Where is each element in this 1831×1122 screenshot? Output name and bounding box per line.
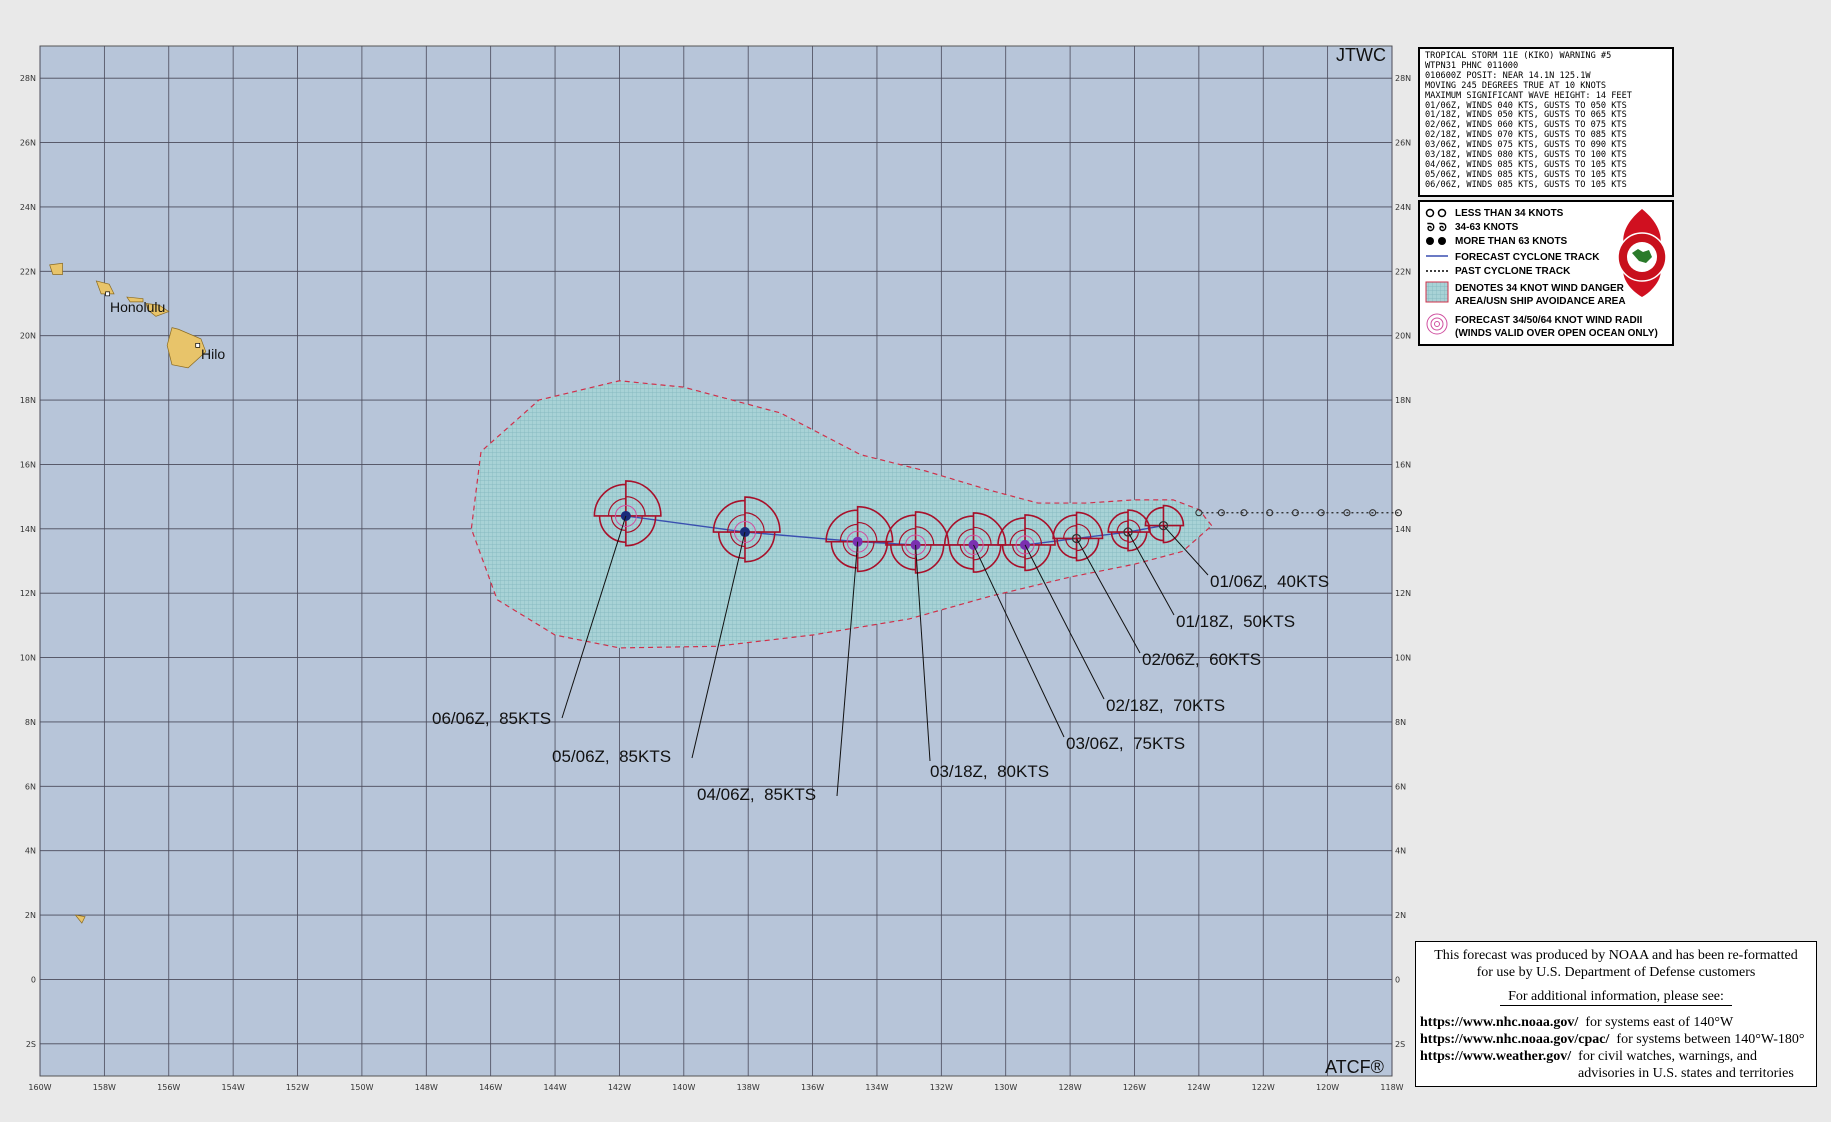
hilo-marker [195,342,201,348]
lat-label: 2N [25,911,36,920]
lon-label: 138W [737,1083,760,1092]
weather-gov-link-desc: for civil watches, warnings, and [1578,1049,1757,1064]
legend-less-34: LESS THAN 34 KNOTS [1455,208,1564,219]
cpac-link-desc: for systems between 140°W-180° [1616,1032,1805,1047]
lat-label-right: 2N [1395,911,1406,920]
lat-label-right: 2S [1395,1040,1405,1049]
lat-label: 26N [20,139,36,148]
lon-label: 126W [1123,1083,1146,1092]
place-honolulu: Honolulu [110,299,165,315]
lon-label: 120W [1316,1083,1339,1092]
agency-mark: JTWC [1336,45,1386,65]
lon-label: 124W [1187,1083,1210,1092]
lat-label: 4N [25,847,36,856]
lat-label: 24N [20,203,36,212]
lon-label: 144W [543,1083,566,1092]
svg-text:ᘐ: ᘐ [1427,222,1435,234]
legend-radii-1: FORECAST 34/50/64 KNOT WIND RADII [1455,315,1643,326]
atcf-mark: ATCF® [1325,1057,1384,1077]
cpac-link[interactable]: https://www.nhc.noaa.gov/cpac/ [1420,1032,1609,1047]
forecast-label: 03/06Z, 75KTS [1066,734,1185,753]
legend-icons: ᘐ ᘐ [1425,208,1449,335]
legend-box: ᘐ ᘐ LESS THAN 34 KNOTS 34-63 KNOTS MORE … [1418,200,1674,346]
noaa-line3: For additional information, please see: [1508,989,1724,1004]
lat-label-right: 22N [1395,267,1411,276]
lat-label: 2S [26,1040,36,1049]
lon-label: 150W [350,1083,373,1092]
forecast-label: 05/06Z, 85KTS [552,747,671,766]
lon-label: 152W [286,1083,309,1092]
forecast-label: 01/18Z, 50KTS [1176,612,1295,631]
warning-line: 06/06Z, WINDS 085 KTS, GUSTS TO 105 KTS [1425,179,1627,190]
lon-label: 130W [994,1083,1017,1092]
forecast-label: 04/06Z, 85KTS [697,785,816,804]
noaa-info-box: This forecast was produced by NOAA and h… [1415,941,1817,1087]
lon-label: 142W [608,1083,631,1092]
lat-label: 0 [31,975,36,984]
lat-label: 6N [25,782,36,791]
lat-label: 18N [20,396,36,405]
lat-label: 28N [20,74,36,83]
lat-label-right: 14N [1395,525,1411,534]
lon-label: 156W [157,1083,180,1092]
lat-label-right: 16N [1395,460,1411,469]
lon-label: 160W [28,1083,51,1092]
forecast-label: 02/18Z, 70KTS [1106,696,1225,715]
legend-radii-2: (WINDS VALID OVER OPEN OCEAN ONLY) [1455,328,1658,339]
weather-gov-link[interactable]: https://www.weather.gov/ [1420,1049,1571,1064]
lat-label: 12N [20,589,36,598]
noaa-line2: for use by U.S. Department of Defense cu… [1476,965,1756,980]
lon-label: 118W [1380,1083,1403,1092]
lon-label: 146W [479,1083,502,1092]
lat-label: 20N [20,332,36,341]
lon-label: 148W [415,1083,438,1092]
lon-label: 134W [865,1083,888,1092]
noaa-line1: This forecast was produced by NOAA and h… [1434,948,1798,963]
lat-label-right: 0 [1395,975,1400,984]
place-hilo: Hilo [201,346,225,362]
forecast-label: 01/06Z, 40KTS [1210,572,1329,591]
lat-label-right: 12N [1395,589,1411,598]
legend-danger-2: AREA/USN SHIP AVOIDANCE AREA [1455,296,1626,307]
noaa-divider [1500,1005,1732,1006]
lon-label: 128W [1059,1083,1082,1092]
lat-label-right: 28N [1395,74,1411,83]
lat-label: 22N [20,267,36,276]
lon-label: 136W [801,1083,824,1092]
jtwc-seal [1617,209,1667,297]
nhc-link[interactable]: https://www.nhc.noaa.gov/ [1420,1015,1578,1030]
lat-label: 10N [20,654,36,663]
nhc-link-desc: for systems east of 140°W [1585,1015,1734,1030]
forecast-label: 03/18Z, 80KTS [930,762,1049,781]
lat-label-right: 10N [1395,654,1411,663]
lat-label-right: 24N [1395,203,1411,212]
lat-label-right: 4N [1395,847,1406,856]
lat-label: 14N [20,525,36,534]
lat-label: 16N [20,460,36,469]
legend-more-63: MORE THAN 63 KNOTS [1455,236,1568,247]
lat-label-right: 8N [1395,718,1406,727]
lat-label-right: 18N [1395,396,1411,405]
lon-label: 122W [1252,1083,1275,1092]
forecast-label: 06/06Z, 85KTS [432,709,551,728]
lat-label-right: 6N [1395,782,1406,791]
forecast-label: 02/06Z, 60KTS [1142,650,1261,669]
svg-text:ᘐ: ᘐ [1439,222,1447,234]
legend-past-track: PAST CYCLONE TRACK [1455,266,1571,277]
warning-info-box: TROPICAL STORM 11E (KIKO) WARNING #5 WTPN… [1418,47,1674,197]
honolulu-marker [105,291,110,297]
lon-label: 140W [672,1083,695,1092]
lat-label: 8N [25,718,36,727]
lon-label: 132W [930,1083,953,1092]
lat-label-right: 26N [1395,139,1411,148]
noaa-last-line: advisories in U.S. states and territorie… [1578,1066,1794,1081]
lat-label-right: 20N [1395,332,1411,341]
legend-danger-1: DENOTES 34 KNOT WIND DANGER [1455,283,1624,294]
legend-34-63: 34-63 KNOTS [1455,222,1519,233]
lon-label: 154W [222,1083,245,1092]
legend-forecast-track: FORECAST CYCLONE TRACK [1455,252,1600,263]
lon-label: 158W [93,1083,116,1092]
